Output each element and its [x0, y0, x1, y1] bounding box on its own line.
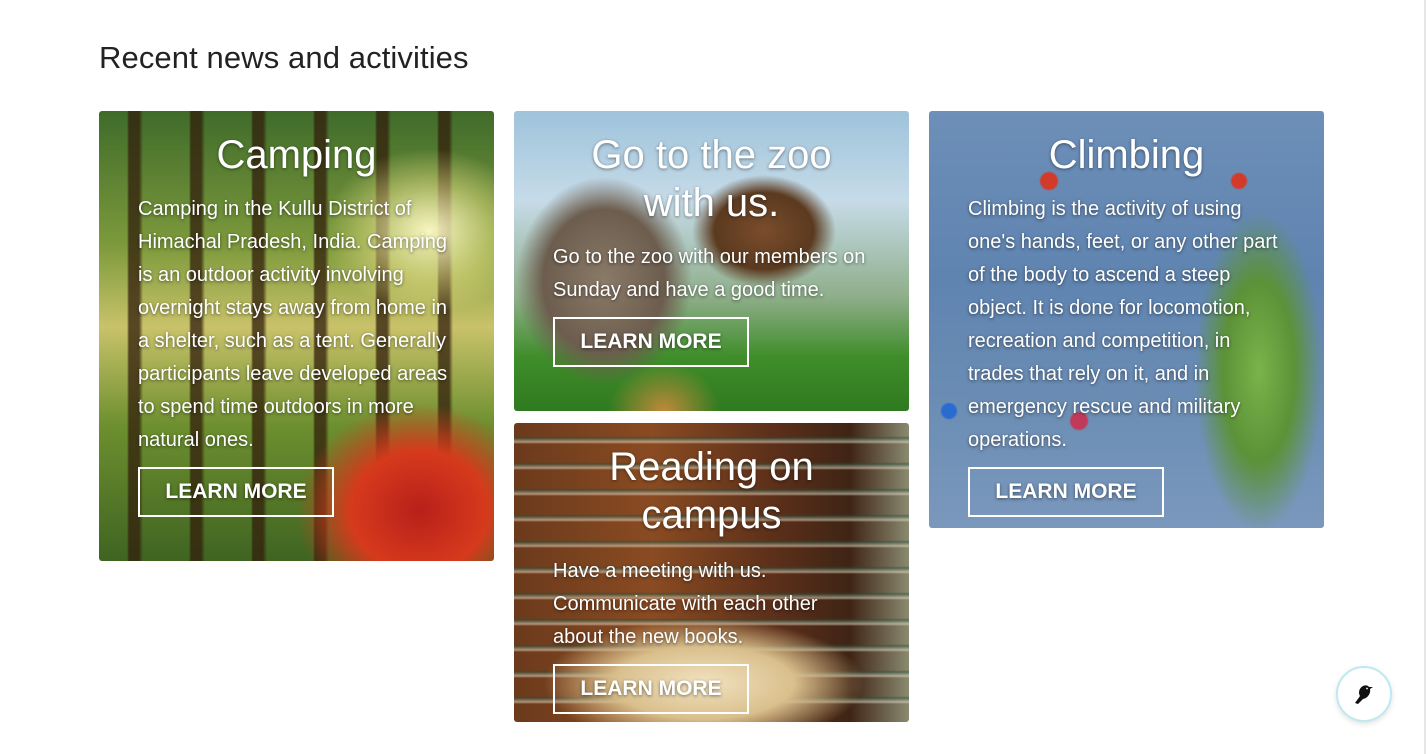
card-text: Go to the zoo with our members on Sunday… — [553, 246, 866, 301]
card-title: Reading on campus — [609, 445, 814, 537]
learn-more-button[interactable]: LEARN MORE — [553, 317, 749, 367]
learn-more-button[interactable]: LEARN MORE — [553, 664, 749, 714]
learn-more-button[interactable]: LEARN MORE — [138, 467, 334, 517]
card-reading: Reading on campus Have a meeting with us… — [514, 423, 909, 722]
card-climbing: Climbing Climbing is the activity of usi… — [929, 111, 1324, 528]
bird-icon — [1355, 685, 1373, 704]
card-title: Go to the zoo with us. — [591, 133, 832, 225]
page: Recent news and activities Camping Campi… — [0, 0, 1426, 754]
card-content: Camping Camping in the Kullu District of… — [99, 111, 494, 517]
card-camping: Camping Camping in the Kullu District of… — [99, 111, 494, 561]
card-text: Camping in the Kullu District of Himacha… — [138, 198, 448, 451]
card-content: Climbing Climbing is the activity of usi… — [929, 111, 1324, 517]
card-title: Climbing — [1048, 133, 1205, 177]
chat-widget-button[interactable] — [1336, 666, 1392, 722]
card-title: Camping — [216, 133, 377, 177]
card-text: Have a meeting with us. Communicate with… — [553, 560, 818, 648]
section-title: Recent news and activities — [99, 40, 469, 75]
card-zoo: Go to the zoo with us. Go to the zoo wit… — [514, 111, 909, 411]
card-content: Reading on campus Have a meeting with us… — [514, 423, 909, 714]
card-content: Go to the zoo with us. Go to the zoo wit… — [514, 111, 909, 367]
card-text: Climbing is the activity of using one's … — [968, 198, 1278, 451]
learn-more-button[interactable]: LEARN MORE — [968, 467, 1164, 517]
